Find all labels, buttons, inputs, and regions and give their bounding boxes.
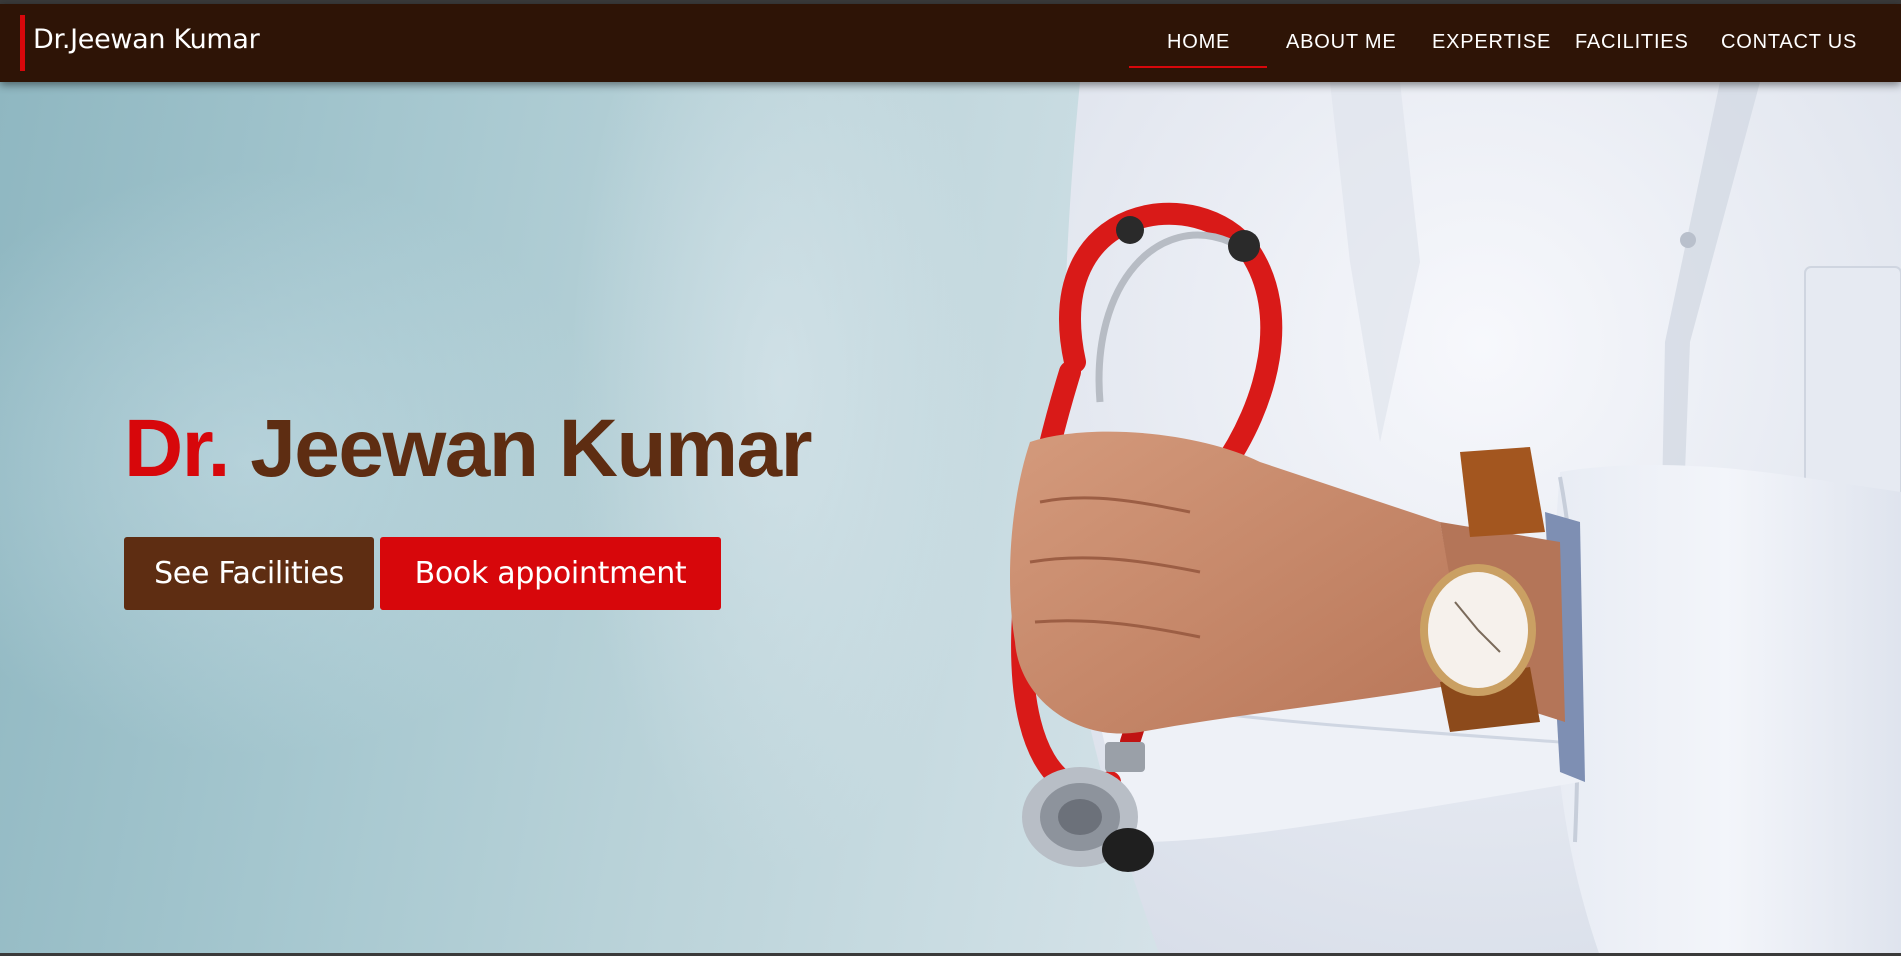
hero-section: Dr. Jeewan Kumar See Facilities Book app… [0, 82, 1901, 956]
brand-logo-text[interactable]: Dr.Jeewan Kumar [33, 24, 260, 55]
nav-active-indicator [1129, 66, 1267, 68]
hero-title-prefix: Dr. [124, 403, 230, 494]
nav-facilities[interactable]: FACILITIES [1575, 31, 1689, 54]
nav-about-me[interactable]: ABOUT ME [1286, 31, 1397, 54]
book-appointment-button[interactable]: Book appointment [380, 537, 721, 610]
hero-title: Dr. Jeewan Kumar [124, 402, 812, 496]
nav-expertise[interactable]: EXPERTISE [1432, 31, 1551, 54]
doctor-with-stethoscope-photo [1010, 82, 1901, 956]
hero-title-name: Jeewan Kumar [250, 403, 812, 494]
nav-contact-us[interactable]: CONTACT US [1721, 31, 1857, 54]
see-facilities-button[interactable]: See Facilities [124, 537, 374, 610]
navbar: Dr.Jeewan Kumar HOME ABOUT ME EXPERTISE … [0, 4, 1901, 82]
brand-accent-bar [20, 15, 25, 71]
nav-home[interactable]: HOME [1167, 31, 1230, 54]
